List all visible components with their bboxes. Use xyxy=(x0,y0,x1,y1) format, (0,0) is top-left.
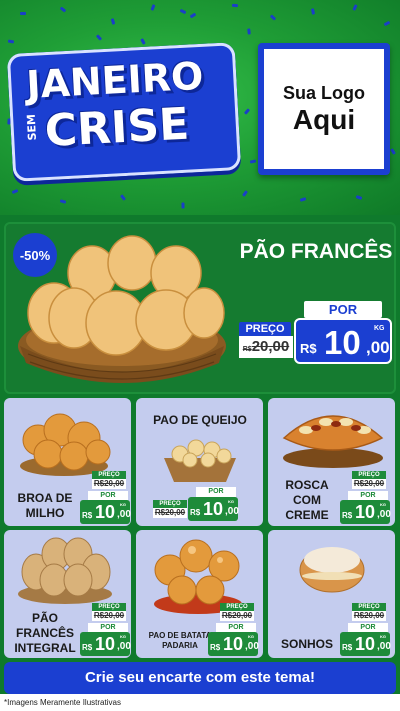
sonhos-preco-label: PREÇO xyxy=(352,603,386,611)
header-banner: JANEIRO SEM CRISE Sua Logo Aqui xyxy=(0,0,400,215)
pao-de-queijo-preco-label: PREÇO xyxy=(153,500,187,508)
pao-de-queijo-old-price: R$20,00 xyxy=(153,508,187,518)
featured-price-unit: KG xyxy=(374,325,385,332)
discount-badge: -50% xyxy=(13,233,57,277)
confetti-piece xyxy=(119,194,127,201)
confetti-piece xyxy=(179,8,187,15)
pao-integral-old-price: R$20,00 xyxy=(92,611,126,621)
featured-price-dec: ,00 xyxy=(366,338,390,357)
broa-preco-label: PREÇO xyxy=(92,471,126,479)
card-name-broa: BROA DE MILHO xyxy=(17,491,73,520)
confetti-piece xyxy=(20,12,26,15)
confetti-piece xyxy=(249,159,257,164)
rosca-old-price: R$20,00 xyxy=(352,479,386,489)
card-name-pao-integral: PÃO FRANCÊS INTEGRAL xyxy=(14,611,76,655)
pao-integral-preco-label: PREÇO xyxy=(92,603,126,611)
card-name-rosca: ROSCA COM CREME xyxy=(285,478,329,522)
title-crise: CRISE xyxy=(43,98,191,158)
confetti-piece xyxy=(242,190,248,197)
confetti-piece xyxy=(269,14,277,21)
rosca-preco-label: PREÇO xyxy=(352,471,386,479)
confetti-piece xyxy=(299,197,307,202)
card-name-sonhos: SONHOS xyxy=(280,637,333,651)
create-flyer-button[interactable]: Crie seu encarte com este tema! xyxy=(4,662,396,694)
confetti-piece xyxy=(189,12,197,19)
disclaimer-text: *Imagens Meramente Ilustrativas xyxy=(0,694,400,711)
featured-price: R$ 10 KG ,00 xyxy=(294,318,392,364)
featured-product-name: PÃO FRANCÊS xyxy=(239,240,393,263)
pao-de-queijo-image xyxy=(164,439,236,482)
featured-price-currency: R$ xyxy=(300,341,317,356)
sonhos-price: R$ 10 KG ,00 xyxy=(340,632,391,656)
confetti-piece xyxy=(59,6,67,13)
sonho-image xyxy=(299,547,365,593)
featured-price-int: 10 xyxy=(324,324,361,361)
rosca-price: R$ 10 KG ,00 xyxy=(340,500,391,524)
confetti-piece xyxy=(140,38,146,45)
broa-price: R$ 10 KG ,00 xyxy=(80,500,131,524)
broa-old-price: R$20,00 xyxy=(92,479,126,489)
pao-integral-image xyxy=(18,537,112,604)
confetti-piece xyxy=(247,28,251,35)
confetti-piece xyxy=(181,202,185,209)
logo-text-line2: Aqui xyxy=(292,103,356,135)
confetti-piece xyxy=(231,3,239,8)
featured-old-currency: R$ xyxy=(242,346,252,353)
broa-image xyxy=(20,413,111,476)
confetti-piece xyxy=(352,4,358,11)
confetti-piece xyxy=(383,20,391,27)
logo-placeholder[interactable]: Sua Logo Aqui xyxy=(258,43,390,175)
pao-de-batata-old-price: R$20,00 xyxy=(220,611,254,621)
featured-old-value: 20,00 xyxy=(251,338,290,355)
confetti-piece xyxy=(110,18,116,25)
confetti-piece xyxy=(150,4,156,11)
logo-text-line1: Sua Logo xyxy=(283,82,365,103)
confetti-piece xyxy=(95,34,103,41)
pao-de-batata-price: R$ 10 KG ,00 xyxy=(208,632,259,656)
featured-old-price: R$20,00 xyxy=(239,336,293,358)
confetti-piece xyxy=(59,199,67,204)
featured-preco-label: PREÇO xyxy=(239,322,291,336)
pao-integral-price: R$ 10 KG ,00 xyxy=(80,632,131,656)
title-sem: SEM xyxy=(24,113,40,141)
confetti-piece xyxy=(310,8,316,15)
confetti-piece xyxy=(243,108,251,115)
sonhos-old-price: R$20,00 xyxy=(352,611,386,621)
confetti-piece xyxy=(7,39,15,44)
title-text-group: JANEIRO SEM CRISE xyxy=(15,51,229,174)
confetti-piece xyxy=(390,148,396,155)
confetti-piece xyxy=(355,195,363,200)
pao-de-batata-preco-label: PREÇO xyxy=(220,603,254,611)
pao-de-queijo-price: R$ 10 KG ,00 xyxy=(188,497,239,521)
featured-por-label: POR xyxy=(304,301,382,318)
rosca-image xyxy=(282,415,384,468)
confetti-piece xyxy=(11,188,19,195)
pao-de-queijo-por-label: POR xyxy=(196,487,236,497)
card-name-pao-de-queijo: PAO DE QUEIJO xyxy=(153,413,247,427)
